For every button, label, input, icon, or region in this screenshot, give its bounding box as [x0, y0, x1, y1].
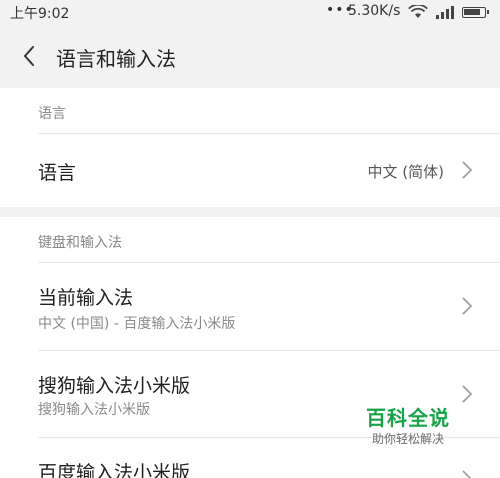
status-time: 上午9:02: [10, 6, 70, 22]
watermark-subtitle: 助你轻松解决: [372, 432, 445, 446]
battery-icon: [462, 7, 489, 18]
chevron-right-icon: [462, 385, 472, 403]
current-input-method-title: 当前输入法: [38, 287, 134, 309]
sogou-input-method-subtitle: 搜狗输入法小米版: [38, 402, 150, 418]
sogou-input-method-title: 搜狗输入法小米版: [38, 375, 191, 397]
current-input-method-row[interactable]: 当前输入法 中文 (中国) - 百度输入法小米版: [0, 263, 500, 349]
baidu-input-method-title: 百度输入法小米版: [38, 462, 191, 478]
title-bar: 语言和输入法: [0, 26, 500, 88]
cellular-signal-icon: [436, 6, 454, 19]
chevron-left-icon[interactable]: [18, 43, 42, 69]
page-title: 语言和输入法: [56, 47, 176, 71]
chevron-right-icon: [462, 297, 472, 315]
wifi-icon: [408, 5, 428, 18]
chevron-right-icon: [462, 161, 472, 179]
current-input-method-subtitle: 中文 (中国) - 百度输入法小米版: [38, 316, 236, 332]
language-row-title: 语言: [38, 162, 77, 184]
language-row-value: 中文 (简体): [367, 163, 444, 181]
language-row[interactable]: 语言 中文 (简体): [0, 134, 500, 206]
battery-level: [464, 9, 480, 15]
section-label-language: 语言: [38, 106, 66, 122]
section-gap: [0, 207, 500, 217]
watermark-title: 百科全说: [366, 406, 450, 430]
section-label-keyboard: 键盘和输入法: [38, 235, 122, 251]
watermark: 百科全说 助你轻松解决: [360, 402, 470, 452]
network-speed: 5.30K/s: [348, 3, 401, 19]
chevron-right-icon: [462, 470, 472, 478]
status-bar: 上午9:02 ••• 5.30K/s: [0, 0, 500, 26]
